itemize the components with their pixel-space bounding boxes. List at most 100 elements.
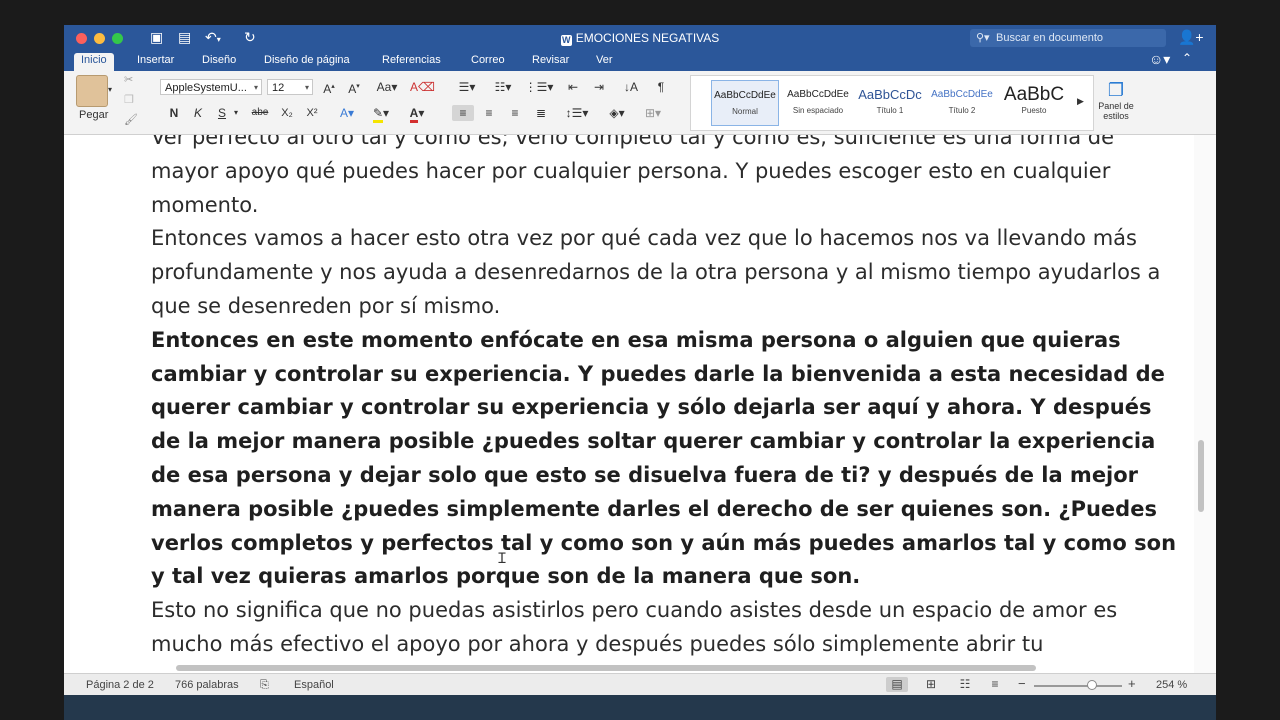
zoom-in-button[interactable]: + (1128, 676, 1136, 691)
document-page[interactable]: Ver perfecto al otro tal y como es; verl… (151, 135, 1181, 662)
chevron-down-icon: ▾ (253, 83, 258, 92)
underline-dropdown-icon[interactable]: ▾ (232, 105, 240, 121)
desktop-bottom-strip (64, 694, 1216, 720)
tab-insertar[interactable]: Insertar (130, 53, 181, 69)
change-case-icon[interactable]: Aa▾ (373, 79, 401, 95)
paste-icon[interactable] (76, 75, 108, 107)
document-canvas[interactable]: Ver perfecto al otro tal y como es; verl… (64, 135, 1194, 683)
page-count[interactable]: Página 2 de 2 (86, 679, 154, 691)
vertical-scroll-thumb[interactable] (1198, 440, 1204, 512)
bullets-icon[interactable]: ☰▾ (452, 79, 482, 95)
style-preview: AaBbC (1003, 84, 1065, 105)
share-icon[interactable]: 👤+ (1178, 29, 1204, 46)
align-center-icon[interactable]: ≡ (478, 105, 500, 121)
format-painter-icon[interactable]: 🖌 (124, 113, 138, 126)
font-name-select[interactable]: AppleSystemU... ▾ (160, 79, 262, 95)
superscript-button[interactable]: X² (302, 105, 322, 121)
tab-diseno[interactable]: Diseño (195, 53, 243, 69)
search-input[interactable] (996, 30, 1161, 45)
numbering-icon[interactable]: ☷▾ (488, 79, 518, 95)
style-name: Título 2 (948, 106, 976, 115)
style-sin-espaciado[interactable]: AaBbCcDdEe Sin espaciado (785, 80, 851, 124)
ribbon-tabs: Inicio Insertar Diseño Diseño de página … (64, 51, 1216, 71)
styles-panel-button[interactable]: ❐ Panel de estilos (1094, 79, 1138, 121)
paste-dropdown-icon[interactable]: ▾ (108, 85, 112, 94)
document-paragraph[interactable]: Entonces vamos a hacer esto otra vez por… (151, 222, 1181, 323)
tab-inicio[interactable]: Inicio (74, 53, 114, 71)
strikethrough-button[interactable]: abe (248, 105, 272, 121)
sort-icon[interactable]: ↓A (620, 79, 642, 95)
text-effects-icon[interactable]: A▾ (334, 105, 360, 121)
language[interactable]: Español (294, 679, 334, 691)
borders-icon[interactable]: ⊞▾ (638, 105, 668, 121)
document-paragraph[interactable]: Entonces en este momento enfócate en esa… (151, 324, 1181, 594)
style-preview: AaBbCcDdEe (787, 89, 849, 100)
gallery-next-icon[interactable]: ▶ (1077, 96, 1084, 107)
subscript-button[interactable]: X₂ (277, 105, 297, 121)
underline-button[interactable]: S (214, 105, 230, 121)
style-titulo-2[interactable]: AaBbCcDdEe Título 2 (929, 80, 995, 124)
bold-button[interactable]: N (166, 105, 182, 121)
style-preview: AaBbCcDc (858, 87, 922, 102)
document-paragraph[interactable]: Esto no significa que no puedas asistirl… (151, 594, 1181, 662)
document-paragraph[interactable]: Ver perfecto al otro tal y como es; verl… (151, 135, 1181, 222)
word-count[interactable]: 766 palabras (175, 679, 239, 691)
shading-icon[interactable]: ◈▾ (602, 105, 632, 121)
style-normal[interactable]: AaBbCcDdEe Normal (711, 80, 779, 126)
tab-correo[interactable]: Correo (464, 53, 512, 69)
zoom-out-button[interactable]: − (1018, 676, 1026, 691)
clear-formatting-icon[interactable]: A⌫ (410, 79, 435, 95)
multilevel-list-icon[interactable]: ⋮☰▾ (524, 79, 554, 95)
cut-icon[interactable]: ✂ (124, 73, 133, 86)
vertical-scrollbar[interactable] (1194, 135, 1216, 683)
feedback-smiley-icon[interactable]: ☺▾ (1149, 51, 1170, 68)
zoom-slider-knob[interactable] (1087, 680, 1097, 690)
tab-ver[interactable]: Ver (589, 53, 620, 69)
increase-indent-icon[interactable]: ⇥ (588, 79, 610, 95)
style-name: Sin espaciado (792, 106, 844, 115)
draft-view-icon[interactable]: ≡ (984, 677, 1006, 692)
decrease-indent-icon[interactable]: ⇤ (562, 79, 584, 95)
word-doc-icon: W (560, 35, 572, 46)
zoom-level[interactable]: 254 % (1156, 679, 1187, 691)
align-left-icon[interactable]: ≡ (452, 105, 474, 121)
grow-font-icon[interactable]: A▴ (318, 79, 340, 96)
italic-button[interactable]: K (190, 105, 206, 121)
align-right-icon[interactable]: ≡ (504, 105, 526, 121)
style-preview: AaBbCcDdEe (931, 89, 993, 100)
style-name: Puesto (1021, 106, 1047, 115)
copy-icon[interactable]: ❐ (124, 93, 134, 106)
outline-view-icon[interactable]: ☷ (954, 677, 976, 692)
style-titulo-1[interactable]: AaBbCcDc Título 1 (857, 80, 923, 124)
title-bar: ▣ ▤ ↶▾ ↻ WEMOCIONES NEGATIVAS ⚲▾ 👤+ (64, 25, 1216, 51)
ribbon: ▾ Pegar ✂ ❐ 🖌 AppleSystemU... ▾ 12 ▾ A▴ A▾… (64, 71, 1216, 135)
word-window: ▣ ▤ ↶▾ ↻ WEMOCIONES NEGATIVAS ⚲▾ 👤+ Inic… (64, 25, 1216, 695)
search-icon: ⚲▾ (976, 32, 990, 44)
zoom-slider[interactable] (1034, 685, 1122, 687)
highlight-icon[interactable]: ✎▾ (366, 105, 396, 123)
font-size-select[interactable]: 12 ▾ (267, 79, 313, 95)
tab-referencias[interactable]: Referencias (375, 53, 448, 69)
proofing-icon[interactable]: ⎘ (260, 679, 269, 692)
horizontal-scroll-thumb[interactable] (176, 665, 1036, 671)
style-puesto[interactable]: AaBbC Puesto (1001, 80, 1067, 124)
font-color-icon[interactable]: A▾ (402, 105, 432, 123)
styles-panel-label: Panel de estilos (1098, 101, 1134, 121)
tab-revisar[interactable]: Revisar (525, 53, 576, 69)
text-cursor-icon: Ｉ (495, 550, 509, 566)
show-formatting-icon[interactable]: ¶ (650, 79, 672, 95)
shrink-font-icon[interactable]: A▾ (343, 79, 365, 96)
search-box[interactable]: ⚲▾ (970, 29, 1166, 47)
web-layout-view-icon[interactable]: ⊞ (920, 677, 942, 692)
collapse-ribbon-icon[interactable]: ⌃ (1182, 51, 1192, 65)
line-spacing-icon[interactable]: ↕☰▾ (562, 105, 592, 121)
justify-icon[interactable]: ≣ (530, 105, 552, 121)
font-name-value: AppleSystemU... (165, 82, 247, 94)
styles-gallery: AaBbCcDdEe Normal AaBbCcDdEe Sin espacia… (690, 75, 1094, 131)
status-bar: Página 2 de 2 766 palabras ⎘ Español ▤ ⊞… (64, 673, 1216, 695)
style-preview: AaBbCcDdEe (714, 90, 776, 101)
print-layout-view-icon[interactable]: ▤ (886, 677, 908, 692)
tab-diseno-pagina[interactable]: Diseño de página (257, 53, 357, 69)
font-size-value: 12 (272, 82, 285, 94)
paste-label[interactable]: Pegar (79, 109, 108, 121)
